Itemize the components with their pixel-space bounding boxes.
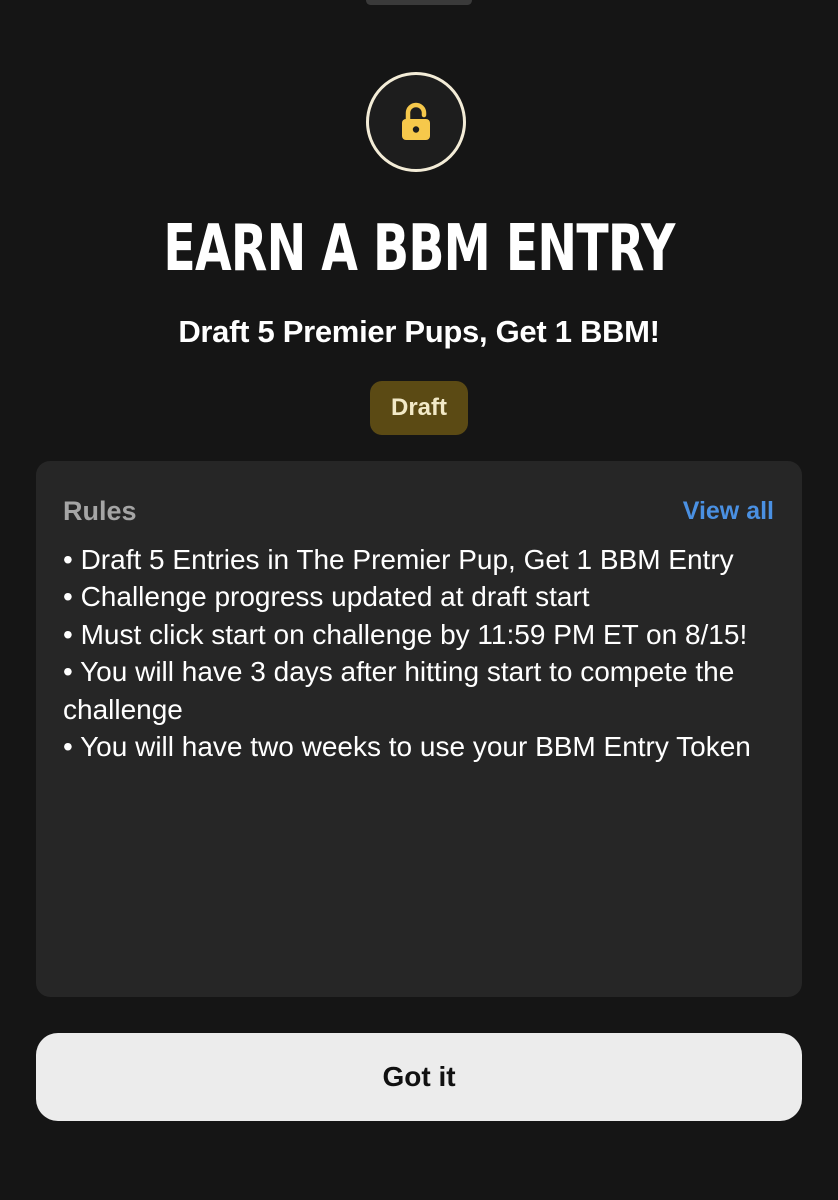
- lock-badge: [366, 72, 466, 172]
- modal-subtitle: Draft 5 Premier Pups, Get 1 BBM!: [178, 314, 660, 349]
- sheet-grabber-handle[interactable]: [366, 0, 472, 5]
- rules-heading: Rules: [63, 496, 137, 526]
- unlocked-padlock-icon: [402, 102, 430, 140]
- rule-item: • Draft 5 Entries in The Premier Pup, Ge…: [63, 544, 734, 575]
- draft-tag: Draft: [370, 381, 468, 435]
- rule-item: • Must click start on challenge by 11:59…: [63, 618, 748, 650]
- rules-list: • Draft 5 Entries in The Premier Pup, Ge…: [63, 541, 783, 765]
- rule-item: • Challenge progress updated at draft st…: [63, 581, 590, 613]
- rules-card: Rules View all • Draft 5 Entries in The …: [36, 461, 802, 997]
- got-it-button[interactable]: Got it: [36, 1033, 802, 1121]
- modal-title: EARN A BBM ENTRY: [163, 212, 675, 286]
- challenge-modal: EARN A BBM ENTRY Draft 5 Premier Pups, G…: [0, 0, 838, 1200]
- rule-item: • You will have 3 days after hitting sta…: [63, 656, 735, 725]
- rule-item: • You will have two weeks to use your BB…: [63, 731, 751, 763]
- view-all-link[interactable]: View all: [683, 493, 774, 529]
